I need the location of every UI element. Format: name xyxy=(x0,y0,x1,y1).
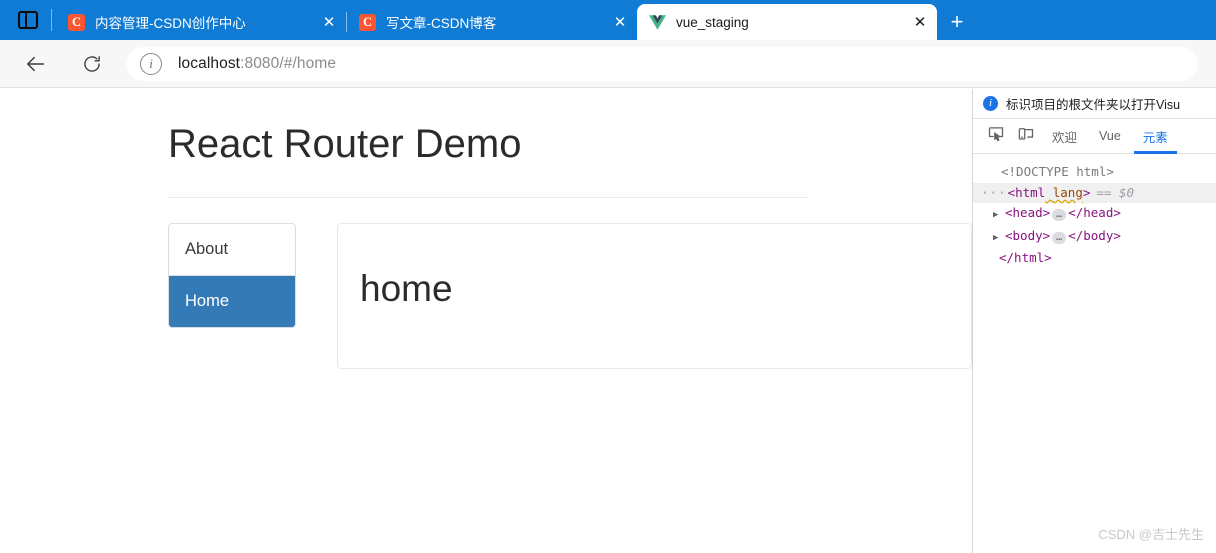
tab-search-button[interactable] xyxy=(0,0,56,40)
address-bar-url: localhost:8080/#/home xyxy=(178,55,336,73)
collapsed-children-icon[interactable]: … xyxy=(1052,209,1067,221)
dom-body-close-tag: </body> xyxy=(1068,227,1121,243)
page-viewport: React Router Demo About Home home xyxy=(0,89,972,553)
tab-close-button[interactable]: ✕ xyxy=(607,9,633,35)
route-content-panel: home xyxy=(337,223,972,369)
devtools-tab-vue[interactable]: Vue xyxy=(1088,119,1132,154)
nav-list: About Home xyxy=(168,223,296,328)
nav-column: About Home xyxy=(168,223,296,369)
tab-title: vue_staging xyxy=(676,14,749,30)
tab-close-button[interactable]: ✕ xyxy=(316,9,342,35)
devtools-tab-welcome[interactable]: 欢迎 xyxy=(1041,119,1088,154)
browser-window: C 内容管理-CSDN创作中心 ✕ C 写文章-CSDN博客 ✕ vue_sta… xyxy=(0,0,1216,553)
page-row: About Home home xyxy=(168,223,972,369)
content-column: home xyxy=(337,223,972,369)
expand-arrow-icon[interactable]: ▶ xyxy=(993,228,1003,249)
csdn-favicon-icon: C xyxy=(68,13,85,31)
new-tab-button[interactable]: + xyxy=(937,4,977,40)
dom-attr-name: lang xyxy=(1052,184,1083,200)
dom-line-body[interactable]: ▶ <body>… </body> xyxy=(973,226,1216,249)
dom-ellipsis: ··· xyxy=(981,184,1007,200)
devtools-tab-elements[interactable]: 元素 xyxy=(1132,119,1179,154)
dom-punct-lt: < xyxy=(1007,184,1016,200)
expand-arrow-icon[interactable]: ▶ xyxy=(993,205,1003,226)
dom-html-close-tag: </html> xyxy=(999,250,1052,265)
browser-tab-3-active[interactable]: vue_staging ✕ xyxy=(637,4,937,40)
route-content-heading: home xyxy=(360,268,453,309)
dom-punct-gt: > xyxy=(1082,184,1091,200)
vue-logo-icon xyxy=(649,14,666,31)
dom-line-head[interactable]: ▶ <head>… </head> xyxy=(973,203,1216,226)
device-toolbar-icon xyxy=(1017,125,1035,148)
info-circle-icon[interactable]: i xyxy=(140,52,162,75)
tab-title: 写文章-CSDN博客 xyxy=(386,16,497,31)
tab-title: 内容管理-CSDN创作中心 xyxy=(95,16,246,31)
dom-body-open-tag: <body> xyxy=(1005,227,1051,243)
devtools-dom-tree: <!DOCTYPE html> ··· <html lang > == $0 ▶ <he… xyxy=(973,154,1216,269)
browser-tab-1[interactable]: C 内容管理-CSDN创作中心 ✕ xyxy=(56,4,346,40)
nav-link-about[interactable]: About xyxy=(169,224,295,276)
collapsed-children-icon[interactable]: … xyxy=(1052,231,1067,244)
devtools-tab-bar: 欢迎 Vue 元素 xyxy=(973,119,1216,154)
tab-close-button[interactable]: ✕ xyxy=(907,9,933,35)
url-path: :8080/#/home xyxy=(240,54,337,72)
devtools-panel: i 标识项目的根文件夹以打开Visu 欢迎 Vue 元素 <!DOCTYPE h… xyxy=(972,89,1216,553)
reload-button[interactable] xyxy=(72,44,112,84)
inspect-element-button[interactable] xyxy=(981,121,1011,151)
address-bar[interactable]: i localhost:8080/#/home xyxy=(126,46,1198,81)
browser-toolbar: i localhost:8080/#/home xyxy=(0,40,1216,88)
csdn-favicon-icon: C xyxy=(359,13,376,31)
dom-head-open-tag: <head> xyxy=(1005,205,1051,220)
dom-attr-lang: lang xyxy=(1045,183,1083,204)
device-toolbar-button[interactable] xyxy=(1011,121,1041,151)
dom-html-open-tag: <html xyxy=(1008,183,1046,204)
page-divider xyxy=(168,197,808,198)
devtools-banner-message: 标识项目的根文件夹以打开Visu xyxy=(1006,98,1181,112)
url-host: localhost xyxy=(178,54,241,72)
dom-line-doctype[interactable]: <!DOCTYPE html> xyxy=(973,162,1216,183)
devtools-workspace-banner: i 标识项目的根文件夹以打开Visu xyxy=(973,89,1216,119)
dom-line-html-open[interactable]: ··· <html lang > == $0 xyxy=(973,182,1216,204)
info-circle-icon: i xyxy=(983,96,998,111)
dom-doctype-text: <!DOCTYPE html> xyxy=(1001,164,1114,179)
nav-link-home[interactable]: Home xyxy=(169,276,295,327)
back-arrow-icon xyxy=(25,53,47,75)
browser-tab-2[interactable]: C 写文章-CSDN博客 ✕ xyxy=(347,4,637,40)
tab-strip-divider xyxy=(51,9,52,31)
dom-selected-marker: == $0 xyxy=(1096,184,1135,200)
reload-icon xyxy=(82,54,102,74)
page-title: React Router Demo xyxy=(168,122,522,166)
inspect-element-icon xyxy=(987,125,1005,148)
csdn-watermark: CSDN @吉士先生 xyxy=(1098,527,1204,542)
dom-line-html-close[interactable]: </html> xyxy=(973,248,1216,269)
back-button[interactable] xyxy=(16,44,56,84)
dom-tag-name: html xyxy=(1015,184,1046,200)
split-panel-icon xyxy=(18,11,38,29)
browser-tab-strip: C 内容管理-CSDN创作中心 ✕ C 写文章-CSDN博客 ✕ vue_sta… xyxy=(0,0,1216,40)
dom-head-close-tag: </head> xyxy=(1068,205,1121,220)
